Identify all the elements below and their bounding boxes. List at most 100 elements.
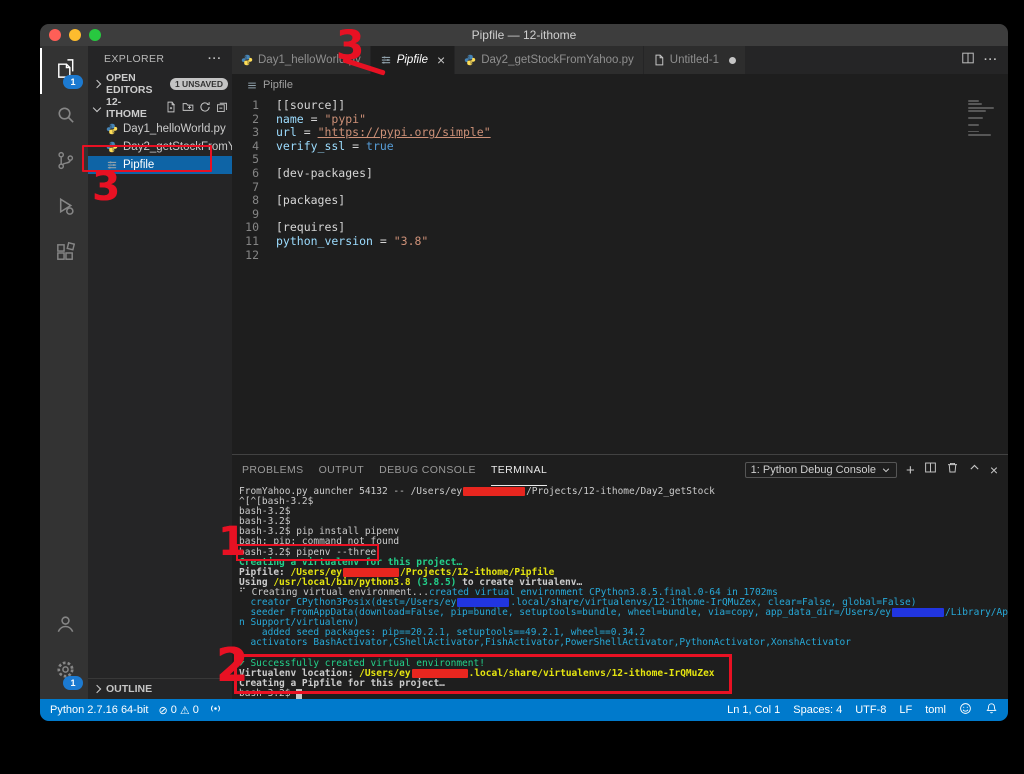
redaction-blue — [457, 598, 510, 608]
chevron-down-icon — [882, 468, 890, 473]
chevron-right-icon — [92, 684, 102, 694]
activity-source-control[interactable] — [40, 140, 88, 186]
explorer-sidebar: EXPLORER ··· OPEN EDITORS 1 UNSAVED 12-I… — [88, 46, 232, 699]
panel-tab-terminal[interactable]: TERMINAL — [490, 455, 548, 486]
editor-group: Day1_helloWorld.py Pipfile × Day2_getStockF… — [232, 46, 1008, 699]
broadcast-icon[interactable] — [209, 702, 222, 718]
collapse-all-icon[interactable] — [216, 101, 228, 116]
tab-bar: Day1_helloWorld.py Pipfile × Day2_getStockF… — [232, 46, 1008, 74]
cursor-position[interactable]: Ln 1, Col 1 — [727, 704, 780, 716]
refresh-icon[interactable] — [199, 101, 211, 116]
open-editors-section[interactable]: OPEN EDITORS 1 UNSAVED — [88, 72, 232, 96]
line-number: 1 — [252, 98, 259, 112]
split-editor-icon[interactable] — [961, 51, 975, 70]
redaction-blue — [892, 608, 945, 618]
title-bar[interactable]: Pipfile — 12-ithome — [40, 24, 1008, 46]
kill-terminal-icon[interactable] — [946, 461, 959, 479]
terminal-line: Creating a virtualenv for this project… — [239, 556, 463, 568]
activity-account[interactable] — [40, 603, 88, 649]
problems-status[interactable]: ⊘ 0 ⚠ 0 — [158, 704, 198, 717]
tabs: Day1_helloWorld.py Pipfile × Day2_getStockF… — [232, 46, 746, 74]
tab-label: Pipfile — [396, 54, 429, 66]
close-window-button[interactable] — [49, 29, 61, 41]
minimize-window-button[interactable] — [69, 29, 81, 41]
window-controls — [49, 29, 101, 41]
maximize-panel-icon[interactable] — [968, 461, 981, 479]
line-number: 10 — [245, 220, 259, 235]
activity-extensions[interactable] — [40, 232, 88, 278]
sidebar-title: EXPLORER — [104, 53, 165, 65]
file-item-Pipfile[interactable]: Pipfile — [88, 156, 232, 174]
line-number: 6 — [252, 165, 259, 180]
minimap-line — [968, 110, 986, 112]
eol[interactable]: LF — [899, 704, 912, 716]
editor-more-actions-icon[interactable]: ··· — [984, 54, 998, 66]
activity-badge: 1 — [63, 75, 83, 89]
source-control-icon — [54, 149, 77, 177]
line-number: 9 — [252, 206, 259, 221]
line-number: 12 — [245, 247, 259, 262]
zoom-window-button[interactable] — [89, 29, 101, 41]
python-interpreter[interactable]: Python 2.7.16 64-bit — [50, 704, 148, 716]
feedback-icon[interactable] — [959, 702, 972, 718]
minimap-line — [968, 133, 992, 136]
code-line-8: 8 [packages] — [232, 193, 1008, 208]
terminal-line: ^[^[bash-3.2$ — [239, 496, 314, 508]
more-actions-icon[interactable]: ··· — [208, 53, 222, 65]
minimap-line — [968, 100, 979, 102]
activity-badge: 1 — [63, 676, 83, 690]
file-item-Day2_getStockFromYahoo...[interactable]: Day2_getStockFromYahoo... — [88, 138, 232, 156]
terminal-selector-dropdown[interactable]: 1: Python Debug Console — [744, 462, 898, 478]
workbench: 1 1 EXPLORER ··· OPEN EDITORS 1 UNSAVED … — [40, 46, 1008, 699]
tab-Pipfile[interactable]: Pipfile × — [370, 46, 456, 74]
panel-tab-debug-console[interactable]: DEBUG CONSOLE — [379, 455, 476, 486]
activity-settings[interactable]: 1 — [40, 649, 88, 695]
file-list: Day1_helloWorld.py Day2_getStockFromYahoo… — [88, 120, 232, 174]
encoding[interactable]: UTF-8 — [855, 704, 886, 716]
split-terminal-icon[interactable] — [924, 461, 937, 479]
minimap[interactable] — [968, 100, 996, 139]
code-line-6: 6 [dev-packages] — [232, 165, 1008, 181]
window-title: Pipfile — 12-ithome — [471, 28, 577, 42]
panel-header: PROBLEMS OUTPUT DEBUG CONSOLE TERMINAL 1: P… — [232, 455, 1008, 486]
vscode-window: Pipfile — 12-ithome 1 1 EXPLORER ··· OPE… — [40, 24, 1008, 721]
run-debug-icon — [54, 195, 77, 223]
activity-bar: 1 1 — [40, 46, 88, 699]
editor-pane[interactable]: 1 [[source]] 2 name = "pypi" 3 url = "https:/… — [232, 96, 1008, 454]
indentation[interactable]: Spaces: 4 — [793, 704, 842, 716]
breadcrumb[interactable]: Pipfile — [232, 74, 1008, 96]
new-terminal-icon[interactable]: + — [906, 463, 915, 478]
line-number: 3 — [252, 125, 259, 140]
new-file-icon[interactable] — [165, 101, 177, 116]
panel-tab-problems[interactable]: PROBLEMS — [242, 455, 304, 486]
close-tab-icon[interactable]: × — [437, 53, 445, 67]
language-mode[interactable]: toml — [925, 704, 946, 716]
terminal-selector-value: 1: Python Debug Console — [750, 464, 877, 476]
outline-label: OUTLINE — [106, 683, 153, 695]
minimap-line — [968, 106, 994, 109]
tab-Untitled-1[interactable]: Untitled-1 — [643, 46, 746, 74]
activity-explorer[interactable]: 1 — [40, 48, 88, 94]
bottom-panel: PROBLEMS OUTPUT DEBUG CONSOLE TERMINAL 1: P… — [232, 454, 1008, 699]
activity-search[interactable] — [40, 94, 88, 140]
terminal[interactable]: FromYahoo.py auncher 54132 -- /Users/ey /… — [232, 485, 1008, 699]
panel-tabs: PROBLEMS OUTPUT DEBUG CONSOLE TERMINAL — [242, 455, 562, 486]
tab-Day2_getStockFromYahoo.py[interactable]: Day2_getStockFromYahoo.py — [455, 46, 644, 74]
search-icon — [54, 103, 77, 131]
folder-root[interactable]: 12-ITHOME — [88, 96, 232, 120]
folder-name: 12-ITHOME — [106, 96, 147, 120]
close-panel-icon[interactable]: × — [990, 463, 998, 477]
outline-section[interactable]: OUTLINE — [88, 678, 232, 699]
line-number: 4 — [252, 138, 259, 153]
file-name: Day2_getStockFromYahoo... — [123, 141, 232, 153]
activity-top: 1 — [40, 48, 88, 278]
file-item-Day1_helloWorld.py[interactable]: Day1_helloWorld.py — [88, 120, 232, 138]
terminal-line: bash-3.2$ — [239, 688, 1008, 699]
panel-tab-output[interactable]: OUTPUT — [319, 455, 365, 486]
new-folder-icon[interactable] — [182, 101, 194, 116]
file-name: Day1_helloWorld.py — [123, 123, 226, 135]
redaction-red — [463, 487, 526, 496]
tab-Day1_helloWorld.py[interactable]: Day1_helloWorld.py — [232, 46, 371, 74]
activity-run-debug[interactable] — [40, 186, 88, 232]
notifications-bell-icon[interactable] — [985, 702, 998, 718]
